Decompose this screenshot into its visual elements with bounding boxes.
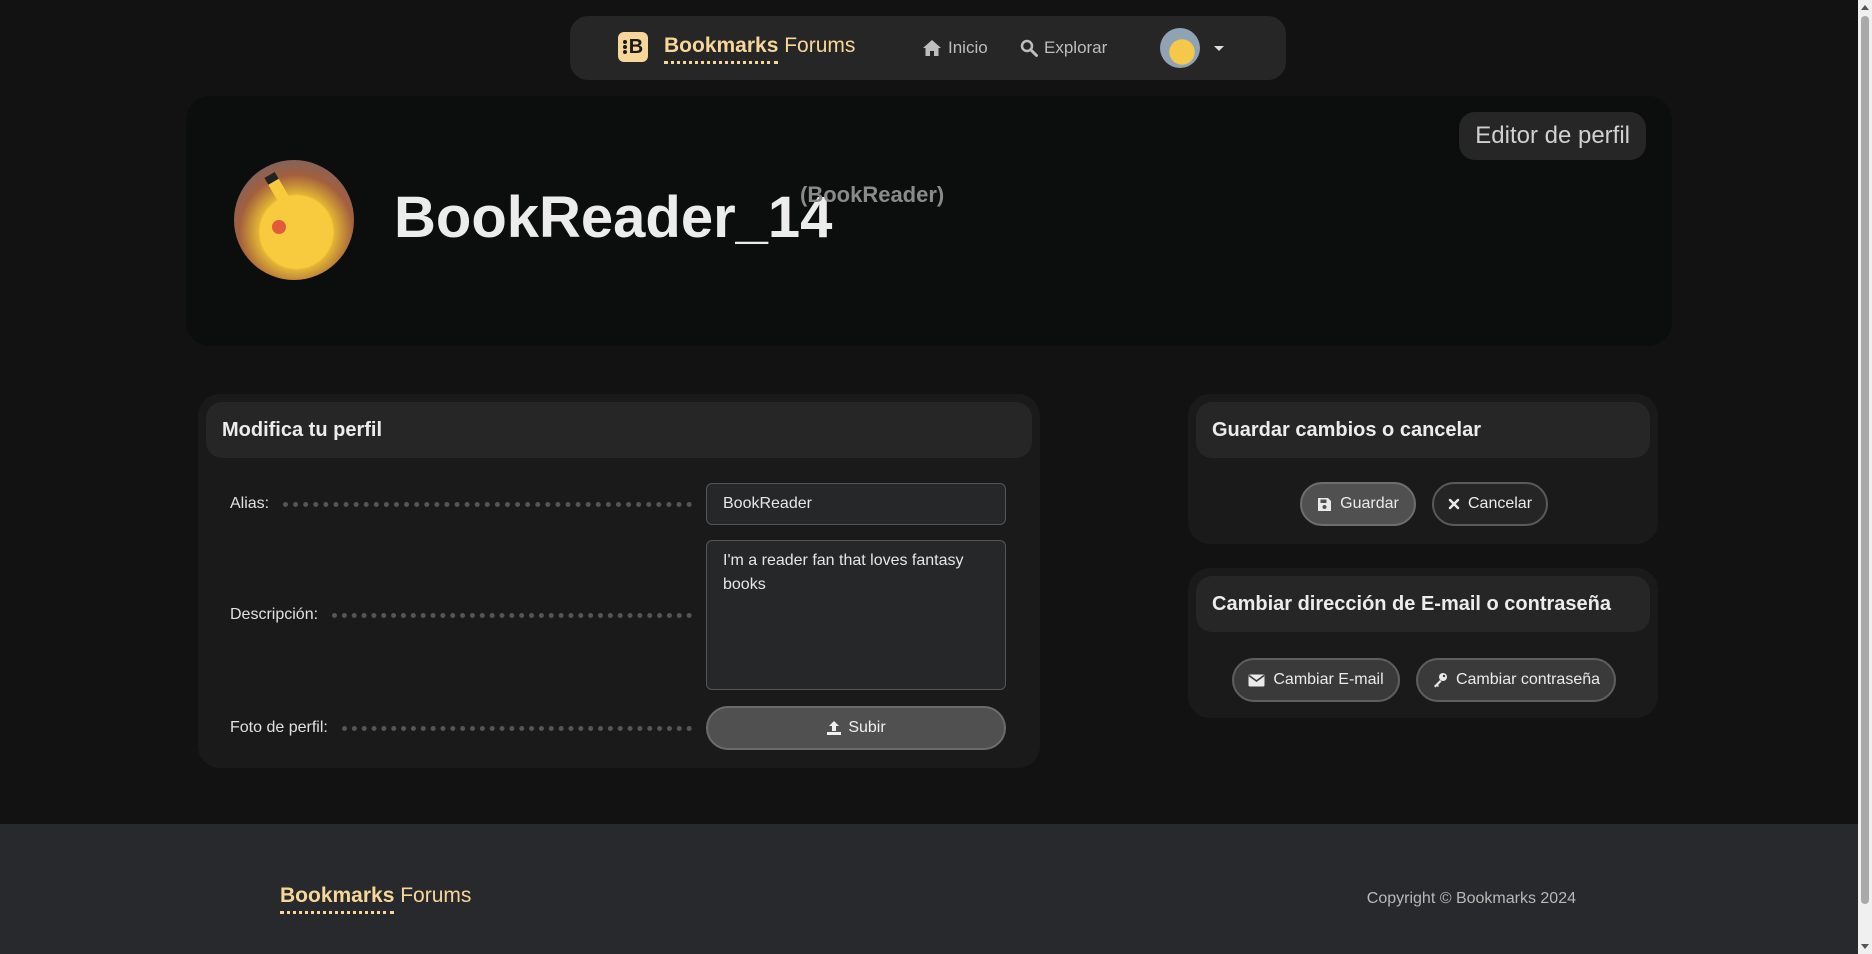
brand-bold: Bookmarks: [664, 34, 779, 64]
chevron-down-icon[interactable]: [1214, 46, 1224, 51]
close-icon: [1448, 498, 1460, 510]
dotted-leader: [283, 501, 692, 507]
footer-brand-light: Forums: [400, 884, 472, 907]
save-label: Guardar: [1340, 495, 1399, 512]
edit-profile-title: Modifica tu perfil: [206, 402, 1032, 458]
footer-brand-bold: Bookmarks: [280, 884, 395, 914]
save-changes-title: Guardar cambios o cancelar: [1196, 402, 1650, 458]
nav-link-label: Inicio: [948, 38, 988, 57]
bookmarks-logo-icon[interactable]: B: [618, 32, 648, 62]
upload-label: Subir: [848, 719, 886, 736]
description-row: Descripción: I'm a reader fan that loves…: [230, 540, 1006, 690]
upload-button[interactable]: Subir: [706, 706, 1006, 750]
upload-icon: [827, 721, 842, 735]
profile-username: BookReader_14: [394, 185, 833, 250]
scrollbar-thumb[interactable]: [1861, 16, 1869, 904]
photo-row: Foto de perfil: Subir: [230, 706, 1006, 750]
profile-alias: (BookReader): [800, 182, 945, 207]
brand-light: Forums: [784, 34, 856, 57]
profile-avatar: [234, 160, 354, 280]
alias-input[interactable]: BookReader: [706, 483, 1006, 525]
profile-editor-badge: Editor de perfil: [1459, 112, 1646, 160]
scroll-up-arrow-icon[interactable]: [1861, 5, 1869, 10]
cancel-button[interactable]: Cancelar: [1432, 482, 1548, 526]
photo-label: Foto de perfil:: [230, 719, 328, 736]
change-password-button[interactable]: Cambiar contraseña: [1416, 658, 1616, 702]
nav-link-inicio[interactable]: Inicio: [922, 38, 988, 58]
brand-name[interactable]: Bookmarks Forums: [664, 34, 856, 64]
cancel-label: Cancelar: [1467, 495, 1533, 512]
footer: Bookmarks Forums Copyright © Bookmarks 2…: [0, 824, 1858, 954]
search-icon: [1020, 39, 1038, 57]
dotted-leader: [341, 725, 692, 731]
copyright-text: Copyright © Bookmarks 2024: [1366, 890, 1576, 907]
envelope-icon: [1248, 674, 1265, 686]
nav-link-label: Explorar: [1044, 38, 1108, 57]
top-navbar: B Bookmarks Forums Inicio Explorar: [570, 16, 1286, 80]
description-textarea[interactable]: I'm a reader fan that loves fantasy book…: [706, 540, 1006, 690]
edit-profile-card: Modifica tu perfil Alias: BookReader Des…: [198, 394, 1040, 768]
account-card: Cambiar dirección de E-mail o contraseña…: [1188, 568, 1658, 718]
account-card-title: Cambiar dirección de E-mail o contraseña: [1196, 576, 1650, 632]
scroll-down-arrow-icon[interactable]: [1861, 944, 1869, 949]
save-changes-card: Guardar cambios o cancelar Guardar Cance…: [1188, 394, 1658, 544]
dotted-leader: [332, 612, 692, 618]
profile-header: Editor de perfil BookReader_14 (BookRead…: [186, 96, 1672, 346]
change-password-label: Cambiar contraseña: [1455, 671, 1601, 688]
alias-label: Alias:: [230, 495, 270, 512]
description-label: Descripción:: [230, 606, 319, 623]
key-icon: [1433, 673, 1447, 688]
alias-row: Alias: BookReader: [230, 482, 1006, 526]
vertical-scrollbar[interactable]: [1858, 0, 1872, 954]
nav-link-explorar[interactable]: Explorar: [1020, 38, 1107, 58]
save-button[interactable]: Guardar: [1300, 482, 1416, 526]
change-email-button[interactable]: Cambiar E-mail: [1232, 658, 1400, 702]
change-email-label: Cambiar E-mail: [1273, 671, 1384, 688]
floppy-disk-icon: [1318, 497, 1332, 511]
footer-brand[interactable]: Bookmarks Forums: [280, 884, 472, 914]
home-icon: [923, 40, 941, 56]
user-avatar[interactable]: [1160, 28, 1200, 68]
